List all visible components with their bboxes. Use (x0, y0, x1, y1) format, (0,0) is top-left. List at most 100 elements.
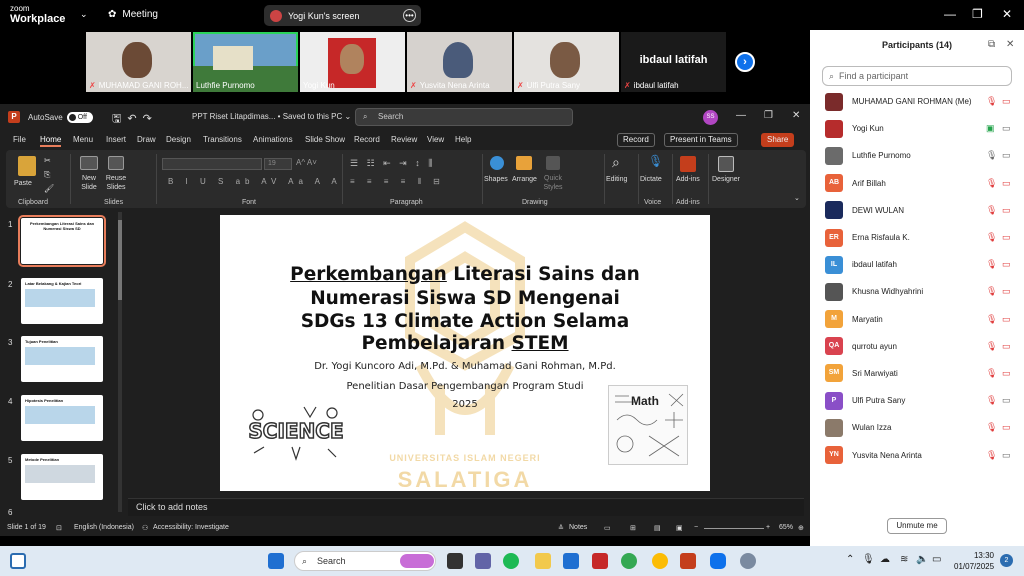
minimize-icon[interactable]: — (736, 110, 746, 121)
app-icon[interactable] (592, 553, 608, 569)
participant-search-input[interactable]: ⌕ Find a participant (822, 66, 1012, 86)
close-icon[interactable]: ✕ (792, 110, 800, 121)
mic-muted-icon[interactable]: 🎙 (986, 178, 997, 189)
tab-record[interactable]: Record (354, 135, 380, 144)
participant-row[interactable]: YN Yusvita Nena Arinta 🎙 ▭ (810, 441, 1024, 468)
participant-row[interactable]: SM Sri Marwiyati 🎙 ▭ (810, 360, 1024, 387)
notification-badge[interactable]: 2 (1000, 554, 1013, 567)
present-in-teams-button[interactable]: Present in Teams (664, 133, 738, 147)
quick-access-toolbar[interactable]: 🖫↶↷ (112, 110, 158, 129)
spellcheck-icon[interactable]: ⊡ (56, 524, 62, 532)
collapse-ribbon-icon[interactable]: ⌄ (794, 194, 800, 202)
zoom-icon[interactable] (710, 553, 726, 569)
participant-row[interactable]: M Maryatin 🎙 ▭ (810, 306, 1024, 333)
participant-row[interactable]: AB Arif Billah 🎙 ▭ (810, 170, 1024, 197)
tab-home[interactable]: Home (40, 135, 62, 147)
mic-muted-icon[interactable]: 🎙 (986, 368, 997, 379)
cloud-icon[interactable]: ☁ (880, 554, 890, 565)
minimize-icon[interactable]: — (944, 7, 956, 21)
camera-off-icon[interactable]: ▭ (1002, 314, 1011, 325)
shapes-label[interactable]: Shapes (484, 176, 508, 183)
tab-file[interactable]: File (13, 135, 26, 144)
dictate-label[interactable]: Dictate (640, 176, 662, 183)
tab-menu[interactable]: Menu (73, 135, 93, 144)
mic-muted-icon[interactable]: 🎙 (986, 450, 997, 461)
reuse-slides-label[interactable]: Reuse Slides (104, 174, 128, 192)
document-title[interactable]: PPT Riset Litapdimas... • Saved to this … (192, 112, 351, 121)
video-tile[interactable]: ibdaul latifah ✗ ibdaul latifah (621, 32, 726, 92)
share-screen-icon[interactable]: ▣ (986, 123, 995, 134)
participant-row[interactable]: Yogi Kun ▣ ▭ (810, 115, 1024, 142)
participant-row[interactable]: QA qurrotu ayun 🎙 ▭ (810, 333, 1024, 360)
bullets-icon[interactable]: ☰ ☷ ⇤ ⇥ ↕ ⫼ (350, 158, 435, 169)
microphone-icon[interactable]: 🎙 (648, 154, 663, 168)
new-slide-label[interactable]: New Slide (76, 174, 102, 192)
camera-icon[interactable]: ▭ (1002, 123, 1011, 134)
camera-icon[interactable]: ▭ (1002, 150, 1011, 161)
wifi-icon[interactable]: ≋ (900, 554, 908, 565)
camera-off-icon[interactable]: ▭ (1002, 178, 1011, 189)
screen-share-pill[interactable]: Yogi Kun's screen ••• (264, 5, 421, 26)
volume-icon[interactable]: 🔈 (916, 554, 928, 565)
fit-slide-icon[interactable]: ⊕ (798, 524, 804, 532)
format-painter-icon[interactable]: 🖌 (44, 184, 54, 193)
quick-styles-icon[interactable] (546, 156, 560, 170)
notes-button[interactable]: Notes (569, 524, 587, 531)
notes-pane[interactable]: Click to add notes (128, 498, 804, 516)
participant-row[interactable]: ER Erna Risfaula K. 🎙 ▭ (810, 224, 1024, 251)
reading-view-icon[interactable]: ▤ (654, 524, 661, 532)
accessibility-status[interactable]: Accessibility: Investigate (153, 524, 229, 531)
slide-sorter-icon[interactable]: ⊞ (630, 524, 636, 532)
mic-muted-icon[interactable]: 🎙 (986, 395, 997, 406)
thumbnail-slide-4[interactable]: Hipotesis Penelitian (21, 395, 103, 441)
tab-slide-show[interactable]: Slide Show (305, 135, 345, 144)
camera-off-icon[interactable]: ▭ (1002, 205, 1011, 216)
grow-font-icon[interactable]: A^ A˅ (296, 158, 317, 167)
mic-muted-icon[interactable]: 🎙 (986, 259, 997, 270)
mic-muted-icon[interactable]: 🎙 (986, 232, 997, 243)
zoom-level[interactable]: 65% (779, 524, 793, 531)
mic-muted-icon[interactable]: 🎙 (986, 341, 997, 352)
thumbnail-slide-1[interactable]: Perkembangan Literasi Sains dan Numerasi… (18, 215, 106, 267)
battery-icon[interactable]: ▭ (932, 554, 941, 565)
chevron-down-icon[interactable]: ⌄ (80, 9, 88, 20)
search-icon[interactable]: ⌕ (612, 154, 620, 171)
mic-muted-icon[interactable]: 🎙 (986, 314, 997, 325)
mic-muted-icon[interactable]: 🎙 (986, 205, 997, 216)
save-icon[interactable]: 🖫 (112, 113, 127, 125)
copy-icon[interactable]: ⎘ (44, 170, 50, 180)
zoom-out-icon[interactable]: − (694, 524, 698, 531)
new-slide-icon[interactable] (80, 156, 98, 170)
video-tile[interactable]: Yogi Kun (300, 32, 405, 92)
video-tile[interactable]: ✗ Yusvita Nena Arinta (407, 32, 512, 92)
participant-row[interactable]: Luthfie Purnomo 🎙 ▭ (810, 142, 1024, 169)
zoom-slider[interactable] (704, 528, 764, 529)
word-icon[interactable] (563, 553, 579, 569)
participant-row[interactable]: MUHAMAD GANI ROHMAN (Me) 🎙 ▭ (810, 88, 1024, 115)
slideshow-icon[interactable]: ▣ (676, 524, 683, 532)
slide-canvas[interactable]: UNIVERSITAS ISLAM NEGERI SALATIGA Perkem… (220, 215, 710, 491)
arrange-label[interactable]: Arrange (512, 176, 537, 183)
video-tile[interactable]: ✗ MUHAMAD GANI ROH... (86, 32, 191, 92)
camera-off-icon[interactable]: ▭ (1002, 96, 1011, 107)
powerpoint-icon[interactable] (680, 553, 696, 569)
camera-icon[interactable]: ▭ (1002, 450, 1011, 461)
task-view-icon[interactable] (447, 553, 463, 569)
tab-transitions[interactable]: Transitions (203, 135, 242, 144)
toggle-switch[interactable]: Off (66, 112, 93, 123)
camera-off-icon[interactable]: ▭ (1002, 286, 1011, 297)
camera-icon[interactable]: ▭ (1002, 395, 1011, 406)
teams-icon[interactable] (475, 553, 491, 569)
redo-icon[interactable]: ↷ (143, 113, 158, 125)
camera-off-icon[interactable]: ▭ (1002, 232, 1011, 243)
settings-icon[interactable] (740, 553, 756, 569)
zoom-in-icon[interactable]: + (766, 524, 770, 531)
notes-icon[interactable]: ≙ (558, 524, 564, 532)
arrange-icon[interactable] (516, 156, 532, 170)
system-clock[interactable]: 13:30 01/07/2025 (954, 550, 994, 572)
next-page-button[interactable]: › (735, 52, 755, 72)
ppt-search-input[interactable]: ⌕ Search (355, 108, 573, 126)
microphone-icon[interactable]: 🎙 (862, 554, 875, 565)
alignment-buttons[interactable]: ≡ ≡ ≡ ≡ ⫴ ⊟ (350, 177, 445, 187)
font-name-box[interactable] (162, 158, 262, 170)
